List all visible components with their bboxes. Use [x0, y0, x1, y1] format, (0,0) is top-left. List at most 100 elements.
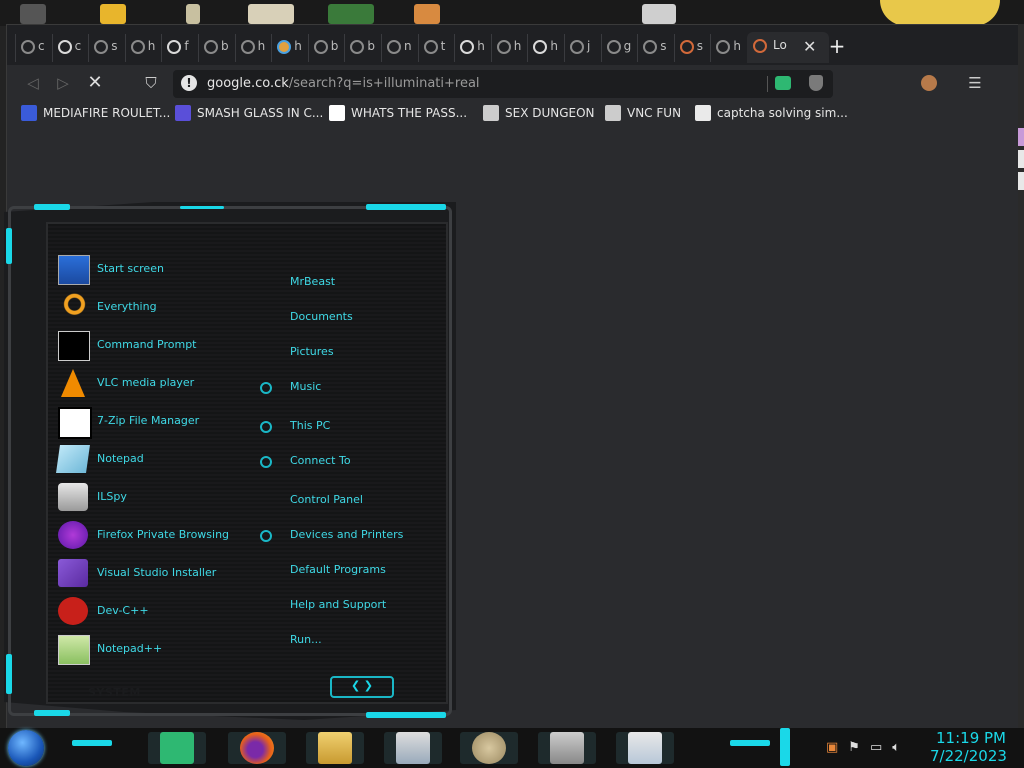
submenu-arrow-icon[interactable] — [260, 382, 272, 394]
avatar[interactable] — [921, 75, 937, 91]
start-menu-place[interactable]: MrBeast — [290, 275, 335, 288]
taskbar: ▣ ⚑ ▭ 🔈︎ 11:19 PM 7/22/2023 — [0, 728, 1024, 768]
start-menu-program[interactable]: Firefox Private Browsing — [58, 519, 258, 551]
start-menu-place[interactable]: Connect To — [290, 454, 351, 467]
flag-icon[interactable]: ⚑ — [848, 740, 860, 755]
tab[interactable]: h — [234, 34, 272, 62]
cmd-icon — [58, 331, 90, 361]
desktop-icon[interactable] — [328, 4, 374, 24]
desktop-icon[interactable] — [20, 4, 46, 24]
tab[interactable]: h — [454, 34, 491, 62]
tab[interactable]: g — [600, 34, 638, 62]
start-menu-program[interactable]: Command Prompt — [58, 329, 258, 361]
start-menu-program[interactable]: 7-Zip File Manager — [58, 405, 258, 439]
desktop-icon[interactable] — [414, 4, 440, 24]
desktop-icon[interactable] — [642, 4, 676, 24]
stop-icon[interactable]: ✕ — [83, 71, 107, 95]
info-icon[interactable]: ! — [181, 75, 197, 91]
tab[interactable]: h — [490, 34, 528, 62]
page-arrows[interactable]: ❮ ❯ — [330, 676, 394, 698]
start-menu-place[interactable]: Documents — [290, 310, 353, 323]
start-menu-program[interactable]: Everything — [58, 291, 258, 323]
address-bar[interactable]: ! google.co.ck/search?q=is+illuminati+re… — [173, 70, 833, 98]
start-menu-place[interactable]: Control Panel — [290, 493, 363, 506]
bookmark-item[interactable]: MEDIAFIRE ROULET... — [21, 104, 170, 122]
tab-title: b — [367, 39, 376, 53]
desktop-icon[interactable] — [186, 4, 200, 24]
bookmark-item[interactable]: WHATS THE PASS... — [329, 104, 467, 122]
network-icon[interactable]: ▭ — [870, 740, 882, 755]
bookmark-label: MEDIAFIRE ROULET... — [43, 106, 171, 120]
app-tray-icon[interactable]: ▣ — [826, 740, 838, 755]
start-menu-program[interactable]: Start screen — [58, 253, 258, 285]
tab[interactable]: h — [527, 34, 564, 62]
desktop-icon[interactable] — [248, 4, 294, 24]
notepad-window-icon[interactable] — [396, 732, 430, 764]
start-menu-program[interactable]: ILSpy — [58, 481, 258, 513]
tab[interactable]: t — [417, 34, 455, 62]
tab-active[interactable]: Lo ✕ — [747, 32, 829, 63]
submenu-arrow-icon[interactable] — [260, 530, 272, 542]
bookmark-item[interactable]: SMASH GLASS IN C... — [175, 104, 323, 122]
scrollbar-marker — [1018, 128, 1024, 146]
notes-icon[interactable] — [160, 732, 194, 764]
start-menu-program[interactable]: Notepad — [56, 443, 258, 475]
shield-icon[interactable] — [809, 75, 823, 91]
globe-icon — [204, 40, 218, 54]
start-menu-place[interactable]: Run... — [290, 633, 322, 646]
tab[interactable]: h — [271, 34, 308, 62]
menu-icon[interactable]: ☰ — [963, 71, 987, 95]
tab[interactable]: c — [51, 34, 89, 62]
start-menu-place[interactable]: Help and Support — [290, 598, 386, 611]
task-manager-icon[interactable] — [628, 732, 662, 764]
tab[interactable]: s — [88, 34, 125, 62]
tab[interactable]: c — [15, 34, 52, 62]
close-icon[interactable]: ✕ — [803, 37, 816, 56]
bookmark-icon[interactable]: ⛉ — [139, 71, 163, 95]
new-tab-button[interactable]: + — [825, 34, 849, 58]
tab[interactable]: h — [710, 34, 747, 62]
volume-icon[interactable]: 🔈︎ — [892, 740, 900, 755]
bookmark-item[interactable]: SEX DUNGEON — [483, 104, 595, 122]
clock[interactable]: 11:19 PM 7/22/2023 — [930, 729, 1007, 766]
paint-icon[interactable] — [472, 732, 506, 764]
start-menu-program[interactable]: Dev-C++ — [58, 595, 258, 627]
tab[interactable]: b — [307, 34, 345, 62]
tab[interactable]: j — [564, 34, 601, 62]
firefox-icon[interactable] — [240, 732, 274, 764]
tab[interactable]: f — [161, 34, 198, 62]
submenu-arrow-icon[interactable] — [260, 421, 272, 433]
tab[interactable]: b — [198, 34, 235, 62]
url-path: /search?q=is+illuminati+real — [288, 76, 480, 91]
desktop-icon[interactable] — [100, 4, 126, 24]
submenu-arrow-icon[interactable] — [260, 456, 272, 468]
url-text[interactable]: google.co.ck/search?q=is+illuminati+real — [207, 76, 480, 91]
program-label: Notepad++ — [97, 642, 163, 655]
start-menu-program[interactable]: Visual Studio Installer — [58, 557, 258, 589]
bookmark-item[interactable]: captcha solving sim... — [695, 104, 848, 122]
file-explorer-icon[interactable] — [318, 732, 352, 764]
bookmark-item[interactable]: VNC FUN — [605, 104, 681, 122]
globe-icon — [606, 40, 621, 54]
start-menu-program[interactable]: Notepad++ — [58, 633, 258, 665]
start-button[interactable] — [8, 730, 44, 766]
tab[interactable]: b — [344, 34, 381, 62]
extension-icon[interactable] — [775, 76, 791, 90]
start-menu-place[interactable]: Music — [290, 380, 321, 393]
start-menu-program[interactable]: VLC media player — [58, 367, 258, 399]
forward-icon[interactable]: ▷ — [51, 71, 75, 95]
tab-title: Lo — [773, 38, 787, 52]
installer-icon[interactable] — [550, 732, 584, 764]
start-menu-place[interactable]: This PC — [290, 419, 330, 432]
tab[interactable]: s — [637, 34, 674, 62]
start-menu-place[interactable]: Default Programs — [290, 563, 386, 576]
tab[interactable]: s — [673, 34, 711, 62]
tab-title: t — [440, 39, 446, 53]
back-icon[interactable]: ◁ — [21, 71, 45, 95]
tab[interactable]: h — [124, 34, 162, 62]
start-menu-place[interactable]: Devices and Printers — [290, 528, 403, 541]
desktop-icon[interactable] — [880, 0, 1000, 26]
start-menu-place[interactable]: Pictures — [290, 345, 334, 358]
tab[interactable]: n — [381, 34, 418, 62]
show-desktop-button[interactable] — [780, 728, 790, 766]
